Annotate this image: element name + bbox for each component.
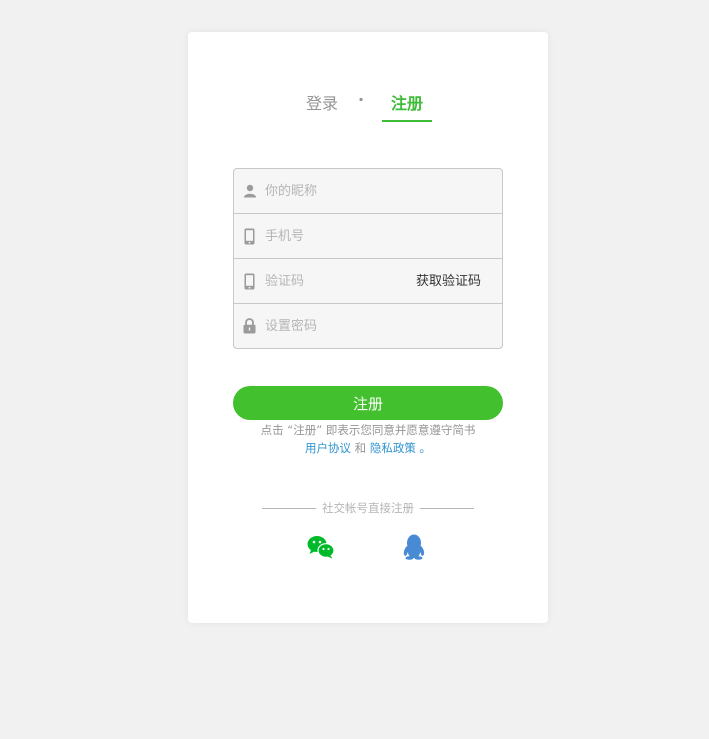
user-agreement-link[interactable]: 用户协议: [305, 441, 351, 455]
nickname-row: [234, 169, 502, 214]
register-button[interactable]: 注册: [233, 386, 503, 420]
divider-right: [420, 507, 474, 509]
mobile-phone-icon: [234, 259, 265, 304]
lock-icon: [234, 304, 265, 349]
signup-form: 获取验证码: [233, 168, 503, 349]
qq-login-button[interactable]: [399, 532, 429, 562]
password-input[interactable]: [265, 306, 435, 346]
get-code-button[interactable]: 获取验证码: [416, 259, 481, 304]
password-row: [234, 304, 502, 348]
user-icon: [234, 169, 265, 214]
wechat-icon: [307, 536, 335, 559]
terms-links: 用户协议 和 隐私政策 。: [188, 439, 548, 457]
phone-row: [234, 214, 502, 259]
privacy-policy-link[interactable]: 隐私政策: [370, 441, 416, 455]
nickname-input[interactable]: [265, 171, 435, 211]
terms-notice: 点击 “注册” 即表示您同意并愿意遵守简书 用户协议 和 隐私政策 。: [188, 421, 548, 457]
verification-code-input[interactable]: [265, 261, 435, 301]
social-signup-title: 社交帐号直接注册: [188, 500, 548, 516]
qq-icon: [403, 534, 425, 560]
terms-and: 和: [354, 441, 367, 455]
auth-tabs: 登录 · 注册: [188, 90, 548, 122]
tab-register[interactable]: 注册: [382, 90, 433, 122]
terms-suffix: 。: [419, 441, 431, 455]
mobile-phone-icon: [234, 214, 265, 259]
phone-input[interactable]: [265, 216, 435, 256]
wechat-login-button[interactable]: [306, 532, 336, 562]
signup-card: 登录 · 注册 你的昵称 手机号 验证码 获取验证码 注册 点击 “注册” 即表…: [188, 32, 548, 623]
social-title-text: 社交帐号直接注册: [322, 501, 414, 515]
tab-separator: ·: [357, 90, 365, 109]
terms-prefix: 点击 “注册” 即表示您同意并愿意遵守简书: [260, 423, 476, 437]
code-row: 获取验证码: [234, 259, 502, 304]
divider-left: [262, 507, 316, 509]
tab-login[interactable]: 登录: [304, 90, 340, 120]
